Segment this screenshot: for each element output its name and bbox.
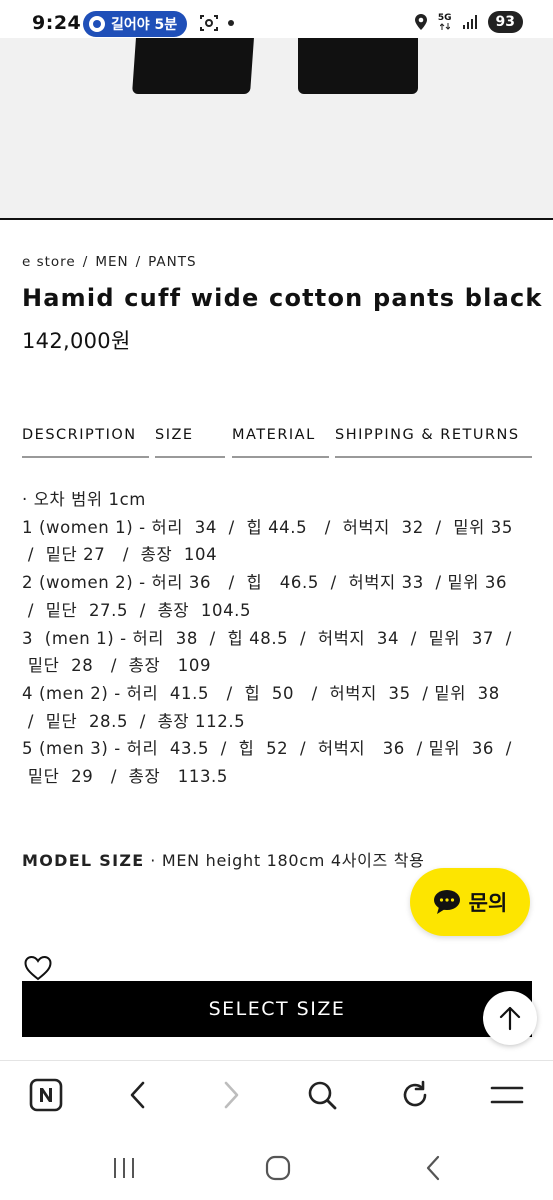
battery-indicator: 93 [487, 11, 523, 33]
naver-home-button[interactable] [26, 1075, 66, 1115]
size-info: · 오차 범위 1cm 1 (women 1) - 허리 34 / 힙 44.5… [22, 486, 537, 791]
size-info-line: 밑단 29 / 총장 113.5 [22, 767, 229, 787]
size-info-line: / 밑단 27.5 / 총장 104.5 [22, 600, 252, 620]
product-price: 142,000원 [22, 329, 131, 353]
tab-description[interactable]: DESCRIPTION [22, 427, 149, 458]
size-info-line: 4 (men 2) - 허리 41.5 / 힙 50 / 허벅지 35 / 밑위… [22, 683, 500, 703]
chevron-right-icon [224, 1081, 239, 1109]
menu-button[interactable] [487, 1075, 527, 1115]
scroll-to-top-button[interactable] [483, 991, 537, 1045]
data-arrows-icon [439, 23, 450, 30]
system-back-button[interactable] [413, 1150, 453, 1186]
product-info-tabs: DESCRIPTION SIZE MATERIAL SHIPPING & RET… [22, 427, 532, 459]
size-info-line: / 밑단 27 / 총장 104 [22, 545, 218, 565]
tab-size[interactable]: SIZE [155, 427, 225, 458]
pants-right-cuff [298, 38, 418, 94]
breadcrumb-men[interactable]: MEN [95, 254, 128, 270]
size-info-line: 5 (men 3) - 허리 43.5 / 힙 52 / 허벅지 36 / 밑위… [22, 739, 512, 759]
search-icon [308, 1081, 337, 1110]
reload-icon [403, 1080, 427, 1107]
chevron-left-icon [130, 1081, 145, 1109]
menu-icon [490, 1086, 524, 1104]
search-button[interactable] [302, 1075, 342, 1115]
size-info-line: 2 (women 2) - 허리 36 / 힙 46.5 / 허벅지 33 / … [22, 573, 508, 593]
navigation-icon [89, 16, 105, 32]
forward-button[interactable] [211, 1075, 251, 1115]
size-info-line: 밑단 28 / 총장 109 [22, 656, 212, 676]
breadcrumb-separator: / [135, 254, 142, 270]
recent-apps-icon [114, 1158, 134, 1178]
system-navigation-bar [0, 1136, 553, 1200]
navigation-pill[interactable]: 길어야 5분 [83, 11, 188, 37]
size-info-line: · 오차 범위 1cm [22, 490, 146, 509]
status-time: 9:24 [32, 12, 82, 34]
size-info-line: 1 (women 1) - 허리 34 / 힙 44.5 / 허벅지 32 / … [22, 517, 513, 537]
location-icon [414, 14, 427, 30]
model-size: MODEL SIZE · MEN height 180cm 4사이즈 착용 [22, 847, 425, 871]
breadcrumb-store[interactable]: e store [22, 254, 76, 270]
size-info-line: 3 (men 1) - 허리 38 / 힙 48.5 / 허벅지 34 / 밑위… [22, 628, 512, 648]
signal-icon [462, 15, 477, 29]
status-notification-icons [200, 14, 234, 32]
pants-left-cuff [132, 38, 254, 94]
back-arrow-icon [426, 1155, 440, 1181]
breadcrumb-pants[interactable]: PANTS [148, 254, 196, 270]
home-icon [265, 1155, 291, 1181]
tab-shipping-returns[interactable]: SHIPPING & RETURNS [335, 427, 532, 458]
product-title: Hamid cuff wide cotton pants black [22, 284, 543, 312]
product-image[interactable] [0, 38, 553, 220]
inquiry-chat-label: 문의 [468, 891, 508, 915]
screenshot-icon [200, 15, 218, 31]
arrow-up-icon [499, 1006, 521, 1031]
select-size-button[interactable]: SELECT SIZE [22, 981, 532, 1037]
recent-apps-button[interactable] [104, 1150, 144, 1186]
size-info-line: / 밑단 28.5 / 총장 112.5 [22, 711, 246, 731]
inquiry-chat-button[interactable]: 문의 [410, 868, 530, 936]
heart-icon[interactable] [24, 955, 52, 981]
model-size-label: MODEL SIZE [22, 851, 145, 870]
model-size-text: · MEN height 180cm 4사이즈 착용 [144, 851, 425, 870]
naver-n-icon [29, 1078, 63, 1112]
navigation-pill-label: 길어야 5분 [111, 17, 178, 33]
network-indicator: 5G [438, 14, 452, 30]
status-system-icons: 5G 93 [414, 11, 523, 33]
tab-material[interactable]: MATERIAL [232, 427, 329, 458]
browser-toolbar [0, 1060, 553, 1137]
breadcrumb: e store / MEN / PANTS [22, 254, 197, 270]
network-label: 5G [437, 13, 452, 23]
speech-bubble-icon [433, 890, 460, 914]
back-button[interactable] [118, 1075, 158, 1115]
home-button[interactable] [258, 1150, 298, 1186]
breadcrumb-separator: / [82, 254, 89, 270]
notification-dot-icon [228, 20, 234, 26]
reload-button[interactable] [395, 1075, 435, 1115]
